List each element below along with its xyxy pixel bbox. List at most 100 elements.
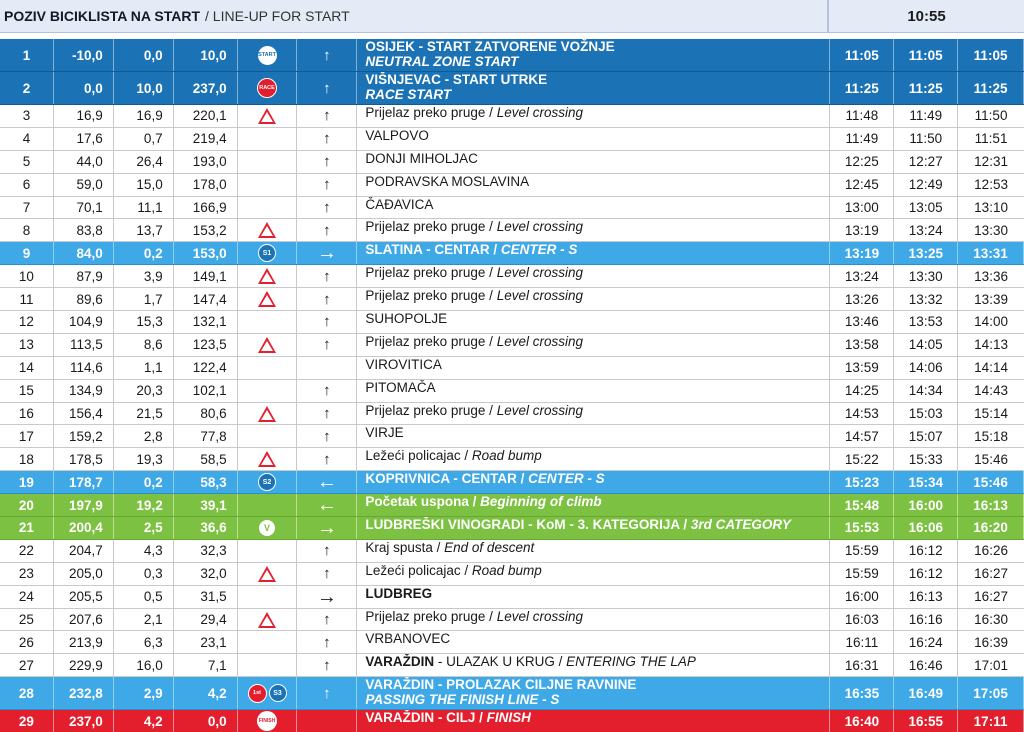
row-number: 4 [0, 127, 54, 150]
row-km: 113,5 [54, 333, 114, 356]
row-time-slow: 13:39 [974, 291, 1008, 307]
row-time-fast: 11:49 [830, 127, 895, 150]
row-number: 22 [0, 539, 54, 562]
row-direction: ↑ [297, 39, 358, 71]
row-icon-cell [238, 608, 298, 631]
row-remaining: 132,1 [174, 311, 238, 333]
row-time-slow: 11:25 [958, 72, 1024, 104]
location-line: SUHOPOLJE [365, 311, 447, 326]
row-number: 3 [0, 105, 54, 127]
row-time-slow: 12:31 [974, 154, 1008, 170]
row-time-mid: 16:46 [894, 654, 959, 677]
row-direction: ↑ [297, 311, 358, 333]
location-name: VIŠNJEVAC - START UTRKE [365, 72, 548, 87]
row-number: 24 [0, 585, 54, 608]
row-direction: → [297, 517, 358, 539]
row-time-mid: 15:03 [894, 402, 959, 425]
row-direction: ← [297, 494, 358, 517]
direction-arrow-icon: ↑ [323, 611, 331, 629]
row-remaining: 178,0 [174, 173, 238, 196]
location-name-en: Level crossing [496, 402, 583, 418]
row-icon-cell [238, 150, 298, 173]
location-name: VARAŽDIN - CILJ [365, 710, 476, 726]
location-line: Ležeći policajac / Road bump [365, 563, 541, 578]
row-number: 1 [0, 39, 54, 71]
direction-arrow-icon: ↑ [323, 130, 331, 148]
table-row: 7 70,1 11,1 166,9 ↑ ČAĐAVICA 13:00 13:05 13:10 [0, 196, 1024, 220]
row-number: 10 [0, 265, 54, 288]
location-line: VIRJE [365, 425, 403, 440]
row-direction: ↑ [297, 379, 358, 402]
row-time-fast: 16:03 [830, 608, 895, 631]
location-line: VARAŽDIN - CILJ / FINISH [365, 710, 531, 725]
row-km: 205,0 [54, 562, 114, 585]
row-time-fast: 13:00 [830, 196, 895, 219]
location-name-en: Level crossing [496, 105, 583, 120]
table-row: 29 237,0 4,2 0,0 FINISH VARAŽDIN - CILJ / FIN… [0, 710, 1024, 732]
row-time-slow: 15:46 [958, 471, 1024, 494]
row-location: ČAĐAVICA [357, 196, 831, 219]
location-name-en: End of descent [444, 539, 535, 555]
row-time-fast: 13:58 [830, 333, 895, 356]
row-location: Početak uspona / Beginning of climb [357, 494, 831, 517]
row-time-fast: 15:53 [830, 517, 895, 539]
location-sep: / [475, 710, 487, 726]
row-location: Ležeći policajac / Road bump [357, 562, 831, 585]
row-remaining: 123,5 [174, 333, 238, 356]
row-time-mid: 13:30 [894, 265, 959, 288]
row-location: SUHOPOLJE [357, 311, 831, 333]
row-km: 178,5 [54, 448, 114, 471]
lineup-subtitle: / LINE-UP FOR START [205, 8, 350, 24]
location-name-en: 3rd CATEGORY [690, 517, 791, 533]
row-remaining: 219,4 [174, 127, 238, 150]
row-distance: 4,2 [114, 710, 174, 732]
direction-arrow-icon: ← [316, 494, 337, 517]
row-time-mid: 16:13 [894, 585, 959, 608]
row-direction: → [297, 585, 358, 608]
row-time-slow: 13:10 [974, 200, 1008, 215]
row-time-mid: 16:49 [894, 677, 959, 710]
row-distance: 16,9 [114, 105, 174, 127]
location-line: LUDBREG [365, 586, 432, 601]
row-km: 84,0 [54, 242, 114, 265]
row-distance: 0,7 [114, 127, 174, 150]
row-direction: ↑ [297, 608, 358, 631]
row-time-mid: 15:07 [894, 425, 959, 448]
direction-arrow-icon: ↑ [323, 267, 331, 285]
location-sep: / [432, 539, 445, 555]
table-row: 14 114,6 1,1 122,4 VIROVITICA 13:59 14:06 14:14 [0, 356, 1024, 380]
row-time-slow: 15:14 [974, 406, 1008, 422]
row-number: 11 [0, 288, 54, 311]
row-time-slow: 11:05 [958, 39, 1024, 71]
row-remaining: 166,9 [174, 196, 238, 219]
row-time-slow: 16:39 [974, 634, 1008, 650]
location-name-en: ENTERING THE LAP [566, 654, 696, 670]
row-time-slow: 11:50 [974, 108, 1008, 124]
row-time-slow: 14:00 [974, 314, 1008, 330]
direction-arrow-icon: ↑ [323, 633, 331, 651]
location-name: LUDBREG [365, 585, 433, 601]
row-distance: 1,1 [114, 356, 174, 379]
location-name: VARAŽDIN - PROLAZAK CILJNE RAVNINE [365, 677, 637, 693]
row-time-slow: 16:27 [974, 566, 1008, 582]
row-number: 23 [0, 562, 54, 585]
row-number: 25 [0, 608, 54, 631]
row-time-fast: 14:53 [830, 402, 895, 425]
location-sep: / [485, 288, 497, 304]
row-km: 0,0 [54, 72, 114, 104]
row-distance: 2,1 [114, 608, 174, 631]
row-time-mid: 11:05 [894, 39, 959, 71]
row-time-slow: 13:36 [974, 268, 1008, 284]
table-row: 8 83,8 13,7 153,2 ↑ Prijelaz preko pruge / Le… [0, 219, 1024, 243]
row-time-fast: 12:25 [830, 150, 895, 173]
row-location: PODRAVSKA MOSLAVINA [357, 173, 831, 196]
row-icon-cell [238, 356, 298, 379]
row-icon-cell [238, 585, 298, 608]
table-row: 9 84,0 0,2 153,0 S1 → SLATINA - CENTAR / CENTE… [0, 242, 1024, 266]
location-sep: / [485, 608, 497, 624]
row-distance: 15,0 [114, 173, 174, 196]
row-icon-cell [238, 379, 298, 402]
row-time-fast: 13:19 [830, 242, 895, 265]
location-name: Prijelaz preko pruge [365, 402, 486, 418]
row-remaining: 0,0 [174, 710, 238, 732]
